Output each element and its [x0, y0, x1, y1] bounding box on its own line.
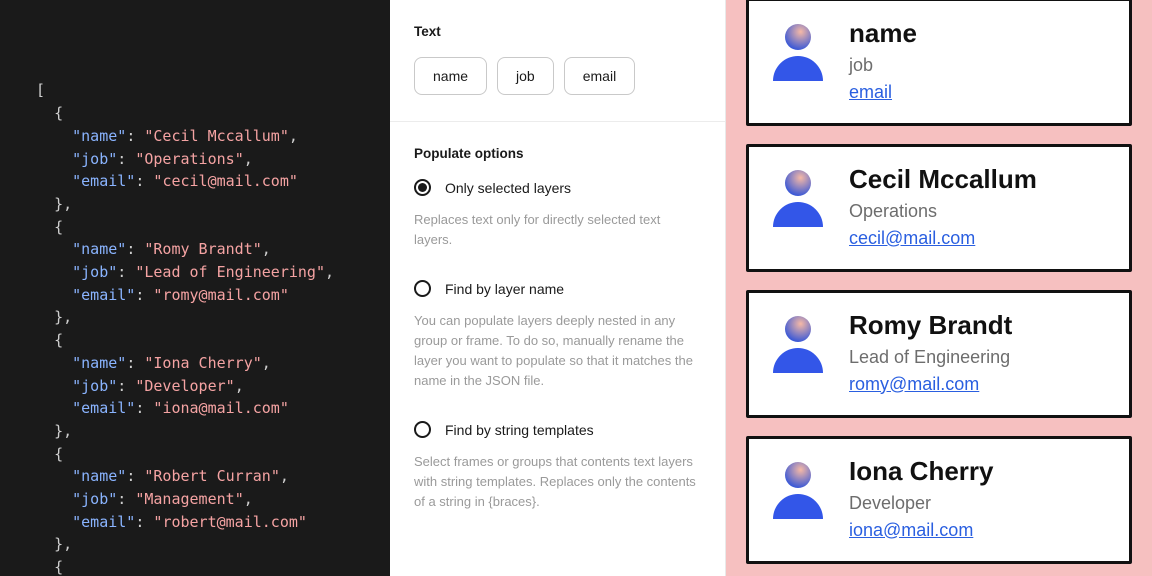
card-job[interactable]: job: [849, 55, 1109, 76]
populate-panel: Text name job email Populate options Onl…: [390, 0, 726, 576]
card-email[interactable]: email: [849, 82, 892, 103]
option-find-by-string-templates-radio-row[interactable]: Find by string templates: [414, 421, 701, 438]
option-description: Replaces text only for directly selected…: [414, 210, 701, 250]
card-job[interactable]: Operations: [849, 201, 1109, 222]
text-fields-section: Text name job email: [390, 0, 725, 121]
option-find-by-string-templates: Find by string templates Select frames o…: [414, 421, 701, 512]
person-card[interactable]: name job email: [746, 0, 1132, 126]
option-find-by-layer-name-radio-row[interactable]: Find by layer name: [414, 280, 701, 297]
option-only-selected: Only selected layers Replaces text only …: [414, 179, 701, 250]
card-name[interactable]: Iona Cherry: [849, 457, 1109, 487]
json-source-panel: [ { "name": "Cecil Mccallum", "job": "Op…: [0, 0, 390, 576]
field-chip-row: name job email: [414, 57, 701, 95]
card-name[interactable]: Romy Brandt: [849, 311, 1109, 341]
option-find-by-layer-name: Find by layer name You can populate laye…: [414, 280, 701, 391]
card-job[interactable]: Developer: [849, 493, 1109, 514]
field-chip-name[interactable]: name: [414, 57, 487, 95]
option-label: Only selected layers: [445, 180, 571, 196]
design-canvas[interactable]: name job email Cecil Mccallum Operations…: [726, 0, 1152, 576]
json-source-code: [ { "name": "Cecil Mccallum", "job": "Op…: [36, 79, 390, 576]
card-body: Romy Brandt Lead of Engineering romy@mai…: [849, 311, 1109, 395]
field-chip-job[interactable]: job: [497, 57, 554, 95]
option-description: You can populate layers deeply nested in…: [414, 311, 701, 391]
option-label: Find by string templates: [445, 422, 594, 438]
radio-icon: [414, 421, 431, 438]
populate-options-title: Populate options: [414, 146, 701, 161]
avatar-icon: [771, 311, 825, 373]
radio-icon: [414, 280, 431, 297]
card-body: Cecil Mccallum Operations cecil@mail.com: [849, 165, 1109, 249]
option-only-selected-radio-row[interactable]: Only selected layers: [414, 179, 701, 196]
person-card[interactable]: Iona Cherry Developer iona@mail.com: [746, 436, 1132, 564]
person-card[interactable]: Romy Brandt Lead of Engineering romy@mai…: [746, 290, 1132, 418]
avatar-icon: [771, 165, 825, 227]
card-email[interactable]: romy@mail.com: [849, 374, 979, 395]
avatar-icon: [771, 19, 825, 81]
card-job[interactable]: Lead of Engineering: [849, 347, 1109, 368]
populate-options-section: Populate options Only selected layers Re…: [390, 121, 725, 538]
card-email[interactable]: iona@mail.com: [849, 520, 973, 541]
card-body: name job email: [849, 19, 1109, 103]
card-name[interactable]: name: [849, 19, 1109, 49]
avatar-icon: [771, 457, 825, 519]
radio-icon: [414, 179, 431, 196]
card-body: Iona Cherry Developer iona@mail.com: [849, 457, 1109, 541]
text-fields-title: Text: [414, 24, 701, 39]
person-card[interactable]: Cecil Mccallum Operations cecil@mail.com: [746, 144, 1132, 272]
option-label: Find by layer name: [445, 281, 564, 297]
card-name[interactable]: Cecil Mccallum: [849, 165, 1109, 195]
field-chip-email[interactable]: email: [564, 57, 635, 95]
card-email[interactable]: cecil@mail.com: [849, 228, 975, 249]
option-description: Select frames or groups that contents te…: [414, 452, 701, 512]
